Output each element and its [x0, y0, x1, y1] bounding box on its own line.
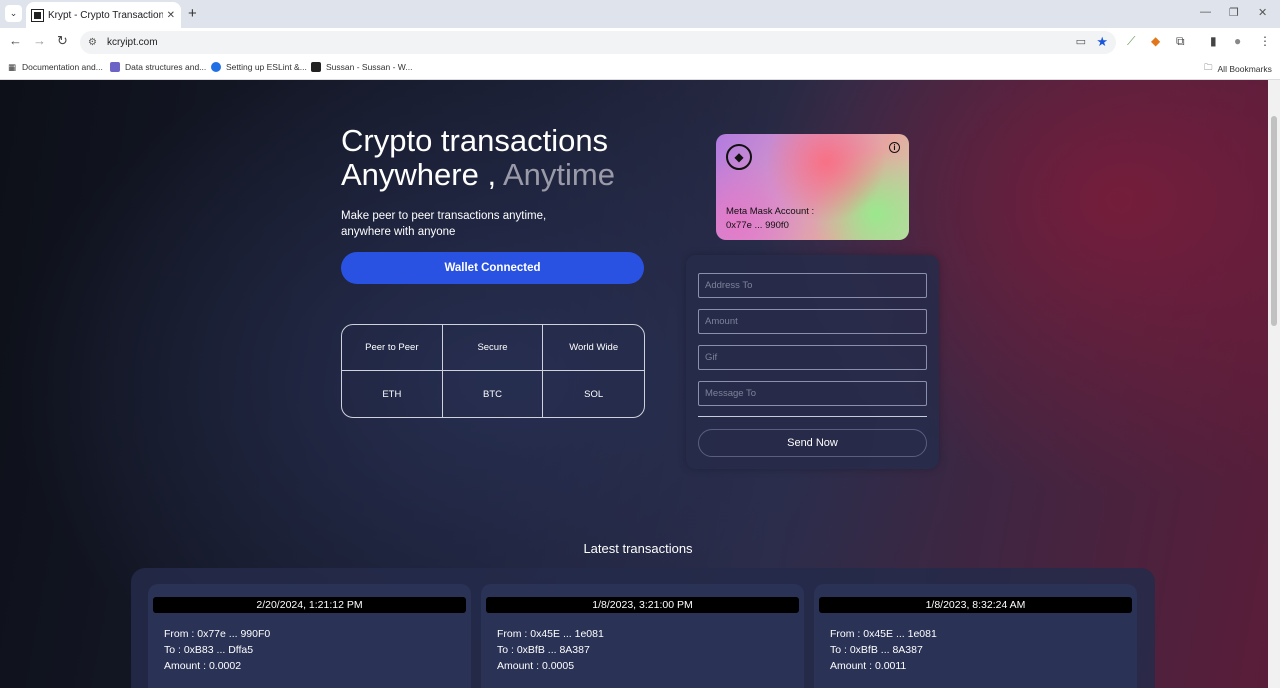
browser-tab[interactable]: Krypt - Crypto Transactions any ✕: [26, 2, 181, 28]
wallet-connected-button[interactable]: Wallet Connected: [341, 252, 644, 284]
menu-kebab-icon[interactable]: ⋮: [1259, 34, 1271, 48]
transaction-date: 2/20/2024, 1:21:12 PM: [153, 597, 466, 613]
card-account-label: Meta Mask Account :: [726, 206, 815, 217]
tab-title: Krypt - Crypto Transactions any: [48, 9, 163, 21]
message-input[interactable]: [698, 381, 927, 406]
hero-title: Crypto transactions Anywhere , Anytime: [341, 124, 615, 192]
bookmark-favicon-icon: [311, 62, 321, 72]
address-to-input[interactable]: [698, 273, 927, 298]
feature-grid: Peer to Peer Secure World Wide ETH BTC S…: [341, 324, 645, 418]
bookmarks-bar: ▦ Documentation and... Data structures a…: [0, 56, 1280, 80]
restore-icon[interactable]: ❐: [1229, 6, 1239, 19]
bookmark-item[interactable]: Data structures and...: [110, 62, 206, 72]
bookmark-label: Data structures and...: [125, 62, 207, 72]
page-scrollbar[interactable]: [1268, 80, 1280, 688]
minimize-icon[interactable]: —: [1200, 6, 1211, 18]
ethereum-account-card: ◆ i Meta Mask Account : 0x77e ... 990f0: [716, 134, 909, 240]
bookmark-item[interactable]: Sussan - Sussan - W...: [311, 62, 412, 72]
close-window-icon[interactable]: ✕: [1258, 6, 1267, 19]
feature-cell: Secure: [442, 325, 544, 371]
transactions-panel: 2/20/2024, 1:21:12 PM From : 0x77e ... 9…: [131, 568, 1155, 688]
all-bookmarks-button[interactable]: 🗀 All Bookmarks: [1204, 62, 1272, 76]
install-app-icon[interactable]: ▭: [1076, 35, 1086, 48]
transaction-to: To : 0xBfB ... 8A387: [497, 644, 590, 656]
card-account-address: 0x77e ... 990f0: [726, 220, 789, 231]
transaction-amount: Amount : 0.0011: [830, 660, 907, 672]
scrollbar-thumb[interactable]: [1271, 116, 1277, 326]
address-bar[interactable]: ⚙ kcryipt.com ▭ ★: [80, 31, 1116, 54]
transaction-from: From : 0x45E ... 1e081: [830, 628, 937, 640]
transaction-amount: Amount : 0.0002: [164, 660, 242, 672]
hero-title-line1: Crypto transactions: [341, 123, 609, 158]
navigation-bar: ← → ↻ ⚙ kcryipt.com ▭ ★ ⟋ ◆ ⧉ ▮ ● ⋮: [0, 28, 1280, 56]
transaction-amount: Amount : 0.0005: [497, 660, 575, 672]
transaction-card: 2/20/2024, 1:21:12 PM From : 0x77e ... 9…: [148, 584, 471, 688]
feature-cell: Peer to Peer: [342, 325, 443, 371]
bookmark-favicon-icon: [110, 62, 120, 72]
feature-cell: World Wide: [543, 325, 644, 371]
extension-leaf-icon[interactable]: ⟋: [1127, 34, 1135, 49]
site-info-icon[interactable]: ⚙: [88, 37, 97, 48]
hero-title-line2b: Anytime: [502, 157, 615, 192]
side-panel-icon[interactable]: ▮: [1210, 34, 1217, 48]
transaction-card: 1/8/2023, 3:21:00 PM From : 0x45E ... 1e…: [481, 584, 804, 688]
ethereum-logo-icon: ◆: [726, 144, 752, 170]
transaction-from: From : 0x45E ... 1e081: [497, 628, 604, 640]
back-icon[interactable]: ←: [9, 33, 22, 48]
app-page: Crypto transactions Anywhere , Anytime M…: [0, 80, 1268, 688]
transaction-form: Send Now: [686, 255, 939, 469]
hero-title-line2a: Anywhere ,: [341, 157, 503, 192]
tab-search-icon[interactable]: ⌄: [5, 5, 22, 22]
gif-input[interactable]: [698, 345, 927, 370]
new-tab-icon[interactable]: +: [188, 5, 197, 22]
reload-icon[interactable]: ↻: [57, 33, 68, 49]
site-favicon-icon: [31, 8, 44, 22]
bookmark-label: Sussan - Sussan - W...: [326, 62, 413, 72]
metamask-fox-icon[interactable]: ◆: [1151, 34, 1160, 48]
transaction-to: To : 0xB83 ... Dffa5: [164, 644, 254, 656]
bookmark-item[interactable]: Setting up ESLint &...: [211, 62, 307, 72]
hero-subtitle: Make peer to peer transactions anytime, …: [341, 210, 547, 238]
forward-icon[interactable]: →: [33, 33, 46, 48]
feature-cell: BTC: [443, 371, 544, 417]
amount-input[interactable]: [698, 309, 927, 334]
bookmark-star-icon[interactable]: ★: [1096, 34, 1108, 50]
all-bookmarks-label: All Bookmarks: [1217, 64, 1272, 74]
transaction-to: To : 0xBfB ... 8A387: [830, 644, 923, 656]
form-divider: [698, 416, 927, 417]
extensions-puzzle-icon[interactable]: ⧉: [1176, 34, 1185, 49]
apps-grid-icon[interactable]: ▦: [8, 62, 16, 73]
send-now-button[interactable]: Send Now: [698, 429, 927, 457]
url-text: kcryipt.com: [106, 37, 158, 48]
transaction-date: 1/8/2023, 8:32:24 AM: [819, 597, 1132, 613]
transaction-from: From : 0x77e ... 990F0: [164, 628, 271, 640]
feature-cell: ETH: [342, 371, 443, 417]
folder-icon: 🗀: [1204, 62, 1213, 72]
latest-transactions-title: Latest transactions: [583, 541, 693, 556]
feature-cell: SOL: [584, 388, 604, 400]
bookmark-item[interactable]: Documentation and...: [22, 62, 103, 72]
bookmark-label: Setting up ESLint &...: [226, 62, 307, 72]
bookmark-label: Documentation and...: [22, 62, 103, 72]
bookmark-favicon-icon: [211, 62, 221, 72]
tab-strip: ⌄ Krypt - Crypto Transactions any ✕ + — …: [0, 0, 1280, 28]
profile-avatar-icon[interactable]: ●: [1234, 34, 1241, 48]
info-icon[interactable]: i: [889, 142, 900, 153]
transaction-date: 1/8/2023, 3:21:00 PM: [486, 597, 799, 613]
transaction-card: 1/8/2023, 8:32:24 AM From : 0x45E ... 1e…: [814, 584, 1137, 688]
close-tab-icon[interactable]: ✕: [167, 10, 175, 21]
